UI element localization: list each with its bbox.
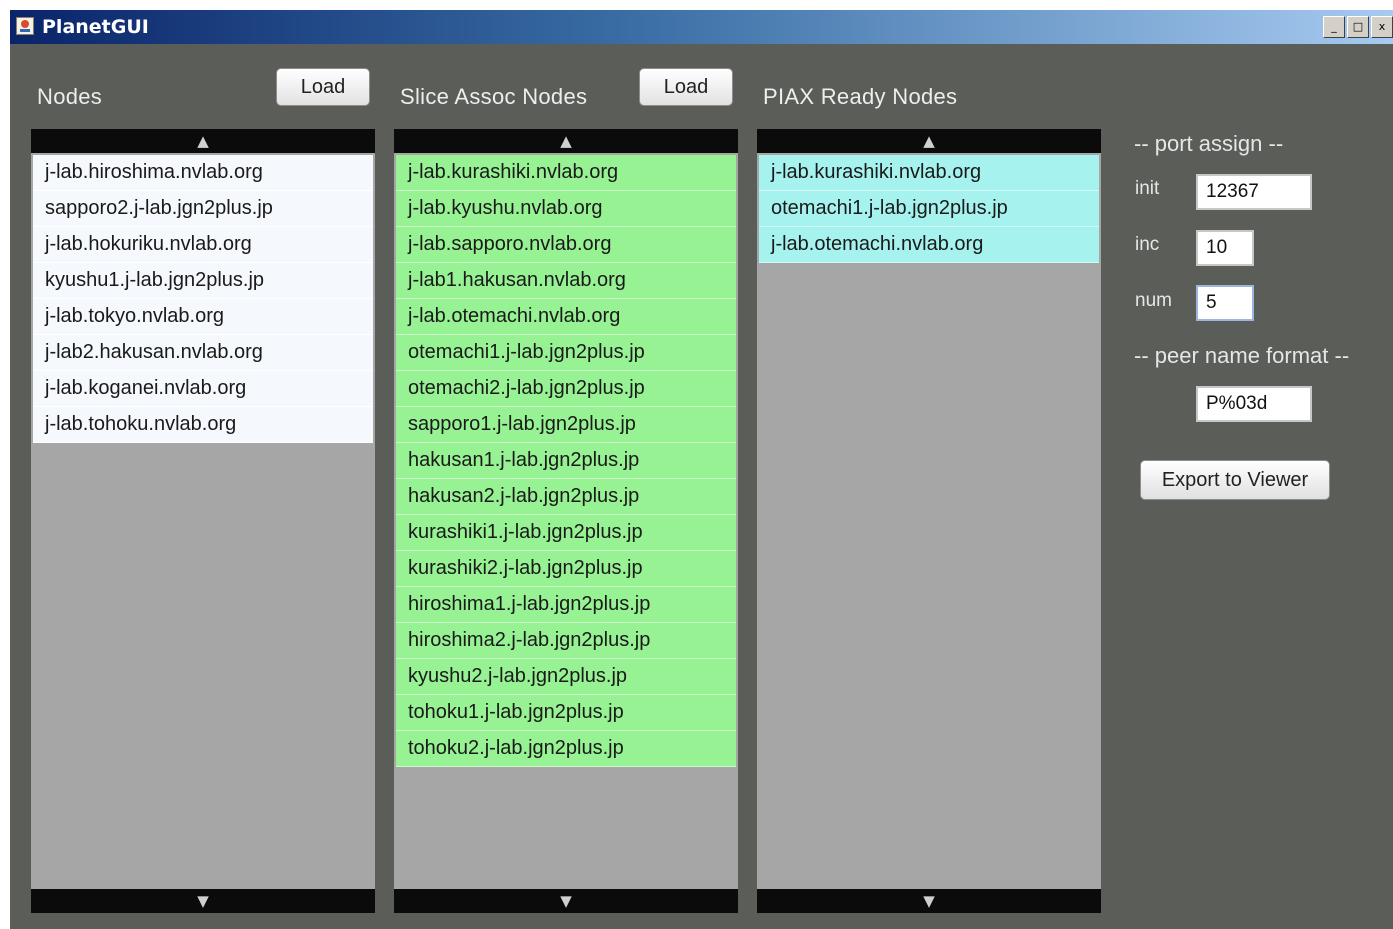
slice-list-panel: ▲ j-lab.kurashiki.nvlab.org j-lab.kyushu.…	[394, 129, 738, 913]
planetgui-window: PlanetGUI _ □ x Nodes Load ▲ j-lab.hiros…	[10, 10, 1393, 929]
minimize-button[interactable]: _	[1323, 16, 1345, 38]
slice-list-item[interactable]: otemachi1.j-lab.jgn2plus.jp	[396, 335, 736, 371]
inc-label: inc	[1135, 234, 1160, 255]
window-controls: _ □ x	[1323, 16, 1393, 38]
piax-scroll-up-arrow[interactable]: ▲	[757, 129, 1101, 153]
nodes-scroll-up-arrow[interactable]: ▲	[31, 129, 375, 153]
inc-port-input[interactable]	[1196, 230, 1254, 266]
nodes-list-item[interactable]: j-lab.tokyo.nvlab.org	[33, 299, 373, 335]
num-label: num	[1135, 290, 1172, 311]
slice-list-item[interactable]: hiroshima2.j-lab.jgn2plus.jp	[396, 623, 736, 659]
slice-list-item[interactable]: j-lab.sapporo.nvlab.org	[396, 227, 736, 263]
slice-list-item[interactable]: hakusan2.j-lab.jgn2plus.jp	[396, 479, 736, 515]
slice-list-item[interactable]: kurashiki1.j-lab.jgn2plus.jp	[396, 515, 736, 551]
init-port-input[interactable]	[1196, 174, 1312, 210]
piax-scroll-down-arrow[interactable]: ▼	[757, 889, 1101, 913]
nodes-list-item[interactable]: j-lab.koganei.nvlab.org	[33, 371, 373, 407]
slice-list-item[interactable]: tohoku2.j-lab.jgn2plus.jp	[396, 731, 736, 767]
nodes-list-item[interactable]: kyushu1.j-lab.jgn2plus.jp	[33, 263, 373, 299]
slice-list-item[interactable]: tohoku1.j-lab.jgn2plus.jp	[396, 695, 736, 731]
maximize-button[interactable]: □	[1347, 16, 1369, 38]
piax-list-panel: ▲ j-lab.kurashiki.nvlab.org otemachi1.j-l…	[757, 129, 1101, 913]
slice-list-item[interactable]: sapporo1.j-lab.jgn2plus.jp	[396, 407, 736, 443]
nodes-label: Nodes	[37, 84, 103, 109]
peer-name-format-input[interactable]	[1196, 386, 1312, 422]
slice-list-item[interactable]: j-lab.kyushu.nvlab.org	[396, 191, 736, 227]
slice-list-item[interactable]: kurashiki2.j-lab.jgn2plus.jp	[396, 551, 736, 587]
slice-load-button[interactable]: Load	[639, 68, 733, 106]
nodes-list-item[interactable]: j-lab.tohoku.nvlab.org	[33, 407, 373, 443]
slice-list-item[interactable]: otemachi2.j-lab.jgn2plus.jp	[396, 371, 736, 407]
nodes-list-item[interactable]: j-lab.hiroshima.nvlab.org	[33, 155, 373, 191]
port-assign-heading: -- port assign --	[1134, 131, 1284, 156]
nodes-scroll-down-arrow[interactable]: ▼	[31, 889, 375, 913]
nodes-list-panel: ▲ j-lab.hiroshima.nvlab.org sapporo2.j-la…	[31, 129, 375, 913]
piax-ready-nodes-label: PIAX Ready Nodes	[763, 84, 958, 109]
peer-name-format-heading: -- peer name format --	[1134, 343, 1350, 368]
slice-list-item[interactable]: j-lab.kurashiki.nvlab.org	[396, 155, 736, 191]
slice-assoc-nodes-label: Slice Assoc Nodes	[400, 84, 588, 109]
slice-assoc-nodes-list[interactable]: j-lab.kurashiki.nvlab.org j-lab.kyushu.nv…	[396, 155, 736, 767]
init-label: init	[1135, 178, 1160, 199]
piax-list-item[interactable]: j-lab.otemachi.nvlab.org	[759, 227, 1099, 263]
close-button[interactable]: x	[1371, 16, 1393, 38]
nodes-list-item[interactable]: sapporo2.j-lab.jgn2plus.jp	[33, 191, 373, 227]
nodes-list-item[interactable]: j-lab2.hakusan.nvlab.org	[33, 335, 373, 371]
piax-ready-nodes-list[interactable]: j-lab.kurashiki.nvlab.org otemachi1.j-lab…	[759, 155, 1099, 263]
window-title: PlanetGUI	[42, 16, 149, 38]
piax-list-item[interactable]: j-lab.kurashiki.nvlab.org	[759, 155, 1099, 191]
slice-list-item[interactable]: hakusan1.j-lab.jgn2plus.jp	[396, 443, 736, 479]
java-app-icon	[16, 17, 34, 35]
slice-list-item[interactable]: j-lab.otemachi.nvlab.org	[396, 299, 736, 335]
title-bar: PlanetGUI _ □ x	[10, 10, 1393, 44]
nodes-list[interactable]: j-lab.hiroshima.nvlab.org sapporo2.j-lab.…	[33, 155, 373, 443]
nodes-list-item[interactable]: j-lab.hokuriku.nvlab.org	[33, 227, 373, 263]
slice-list-item[interactable]: kyushu2.j-lab.jgn2plus.jp	[396, 659, 736, 695]
slice-list-item[interactable]: j-lab1.hakusan.nvlab.org	[396, 263, 736, 299]
export-to-viewer-button[interactable]: Export to Viewer	[1140, 460, 1330, 500]
num-port-input[interactable]	[1196, 285, 1254, 321]
nodes-load-button[interactable]: Load	[276, 68, 370, 106]
slice-list-item[interactable]: hiroshima1.j-lab.jgn2plus.jp	[396, 587, 736, 623]
piax-list-item[interactable]: otemachi1.j-lab.jgn2plus.jp	[759, 191, 1099, 227]
slice-scroll-down-arrow[interactable]: ▼	[394, 889, 738, 913]
slice-scroll-up-arrow[interactable]: ▲	[394, 129, 738, 153]
